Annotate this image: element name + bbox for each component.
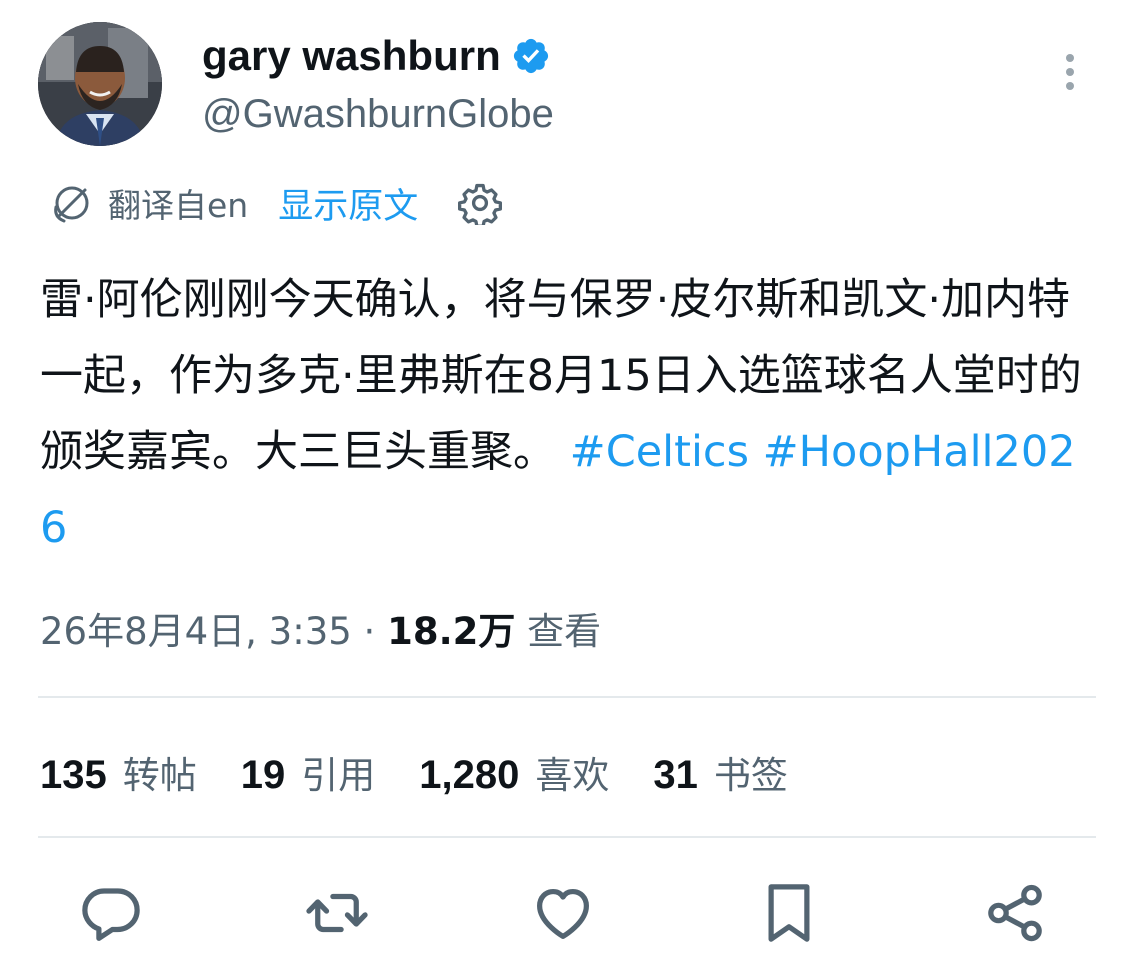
tweet-header: gary washburn @GwashburnGlobe	[38, 22, 1088, 152]
tweet-text: 雷·阿伦刚刚今天确认，将与保罗·皮尔斯和凯文·加内特一起，作为多克·里弗斯在8月…	[40, 262, 1090, 566]
more-options-icon[interactable]	[1052, 48, 1088, 96]
bookmark-icon[interactable]	[756, 880, 822, 946]
like-icon[interactable]	[530, 880, 596, 946]
reply-icon[interactable]	[78, 880, 144, 946]
retweets-count: 135	[40, 753, 107, 797]
name-row: gary washburn	[202, 32, 554, 80]
views-label: 查看	[527, 610, 602, 653]
likes-count: 1,280	[419, 753, 520, 797]
show-original-link[interactable]: 显示原文	[278, 178, 418, 229]
bookmarks-stat[interactable]: 31 书签	[653, 745, 788, 799]
settings-icon[interactable]	[458, 181, 503, 225]
retweet-icon[interactable]	[304, 880, 370, 946]
divider	[38, 836, 1096, 838]
tweet-meta: 26年8月4日, 3:35 · 18.2万 查看	[40, 602, 601, 662]
timestamp[interactable]: 26年8月4日, 3:35	[40, 610, 352, 653]
likes-label: 喜欢	[535, 754, 610, 797]
action-bar	[78, 878, 1048, 948]
handle[interactable]: @GwashburnGlobe	[202, 84, 554, 144]
bookmarks-label: 书签	[713, 754, 788, 797]
quotes-count: 19	[240, 753, 286, 797]
divider	[38, 696, 1096, 698]
views-count: 18.2万	[387, 610, 516, 653]
quotes-stat[interactable]: 19 引用	[241, 745, 376, 799]
translated-from-label: 翻译自en	[108, 186, 249, 225]
retweets-stat[interactable]: 135 转帖	[40, 745, 197, 799]
author-block: gary washburn @GwashburnGlobe	[202, 32, 554, 144]
meta-separator: ·	[351, 610, 388, 653]
retweets-label: 转帖	[122, 754, 197, 797]
display-name[interactable]: gary washburn	[202, 32, 501, 80]
hashtag-link[interactable]: #Celtics	[570, 427, 749, 477]
translation-bar: 翻译自en 显示原文	[50, 178, 503, 229]
likes-stat[interactable]: 1,280 喜欢	[419, 745, 609, 799]
translate-icon	[54, 186, 89, 223]
share-icon[interactable]	[982, 880, 1048, 946]
avatar[interactable]	[38, 22, 162, 146]
engagement-stats: 135 转帖 19 引用 1,280 喜欢 31 书签	[40, 742, 832, 802]
bookmarks-count: 31	[653, 753, 698, 797]
quotes-label: 引用	[301, 754, 376, 797]
verified-badge-icon	[513, 38, 548, 74]
